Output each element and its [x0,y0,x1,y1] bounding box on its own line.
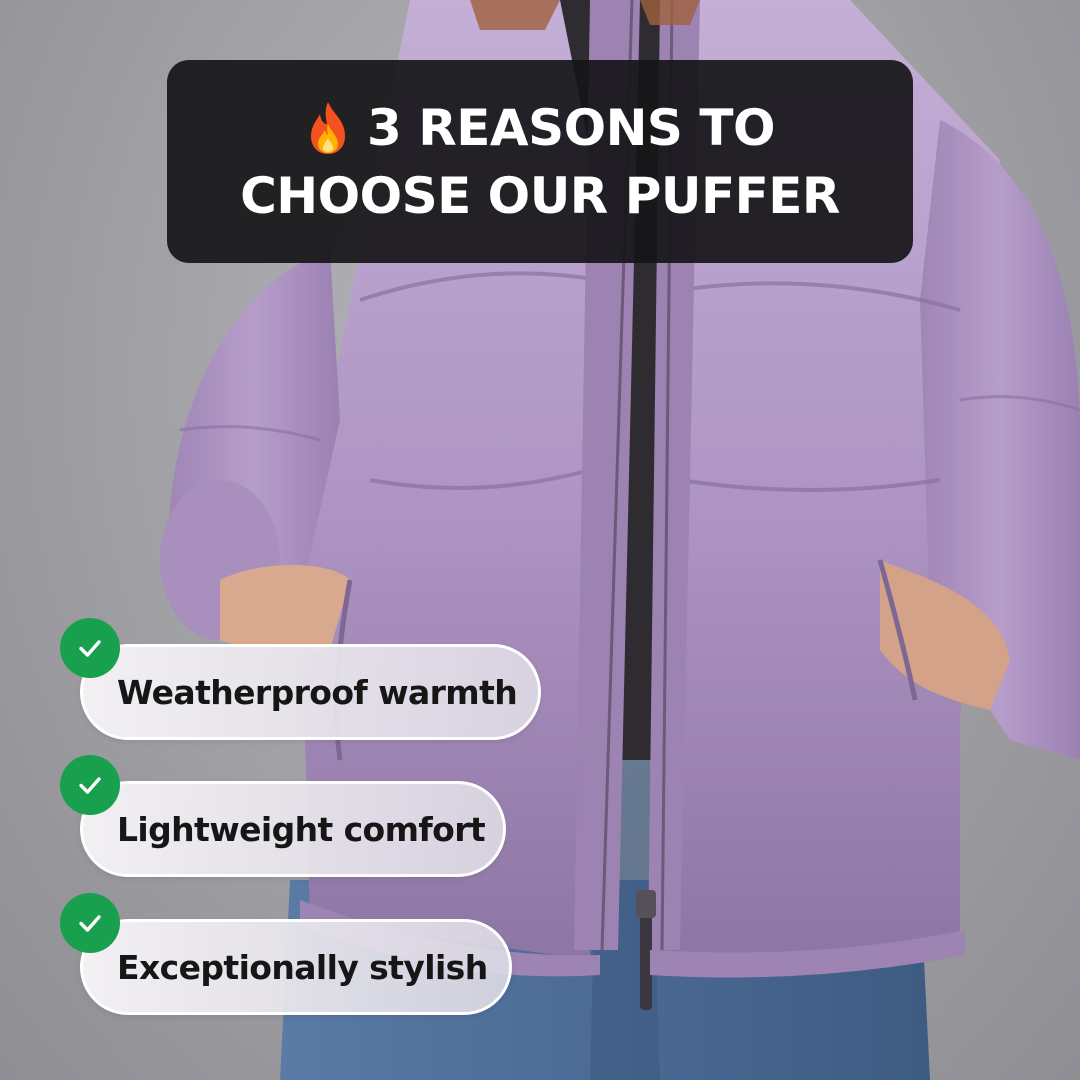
product-photo-canvas: 3 REASONS TO CHOOSE OUR PUFFER Weatherpr… [0,0,1080,1080]
headline-text-2: CHOOSE OUR PUFFER [240,166,840,225]
benefit-label: Weatherproof warmth [117,672,518,712]
fire-icon [305,100,351,156]
benefit-label: Lightweight comfort [117,809,486,849]
benefit-pill: Exceptionally stylish [80,919,512,1015]
check-icon [60,755,120,815]
headline-banner: 3 REASONS TO CHOOSE OUR PUFFER [167,60,913,263]
benefit-pill: Weatherproof warmth [80,644,541,740]
check-icon [60,618,120,678]
check-icon [60,893,120,953]
headline-text-1: 3 REASONS TO [367,98,775,157]
headline-line-1: 3 REASONS TO [305,94,775,162]
benefit-pill: Lightweight comfort [80,781,506,877]
headline-line-2: CHOOSE OUR PUFFER [240,162,840,230]
benefit-label: Exceptionally stylish [117,947,488,987]
